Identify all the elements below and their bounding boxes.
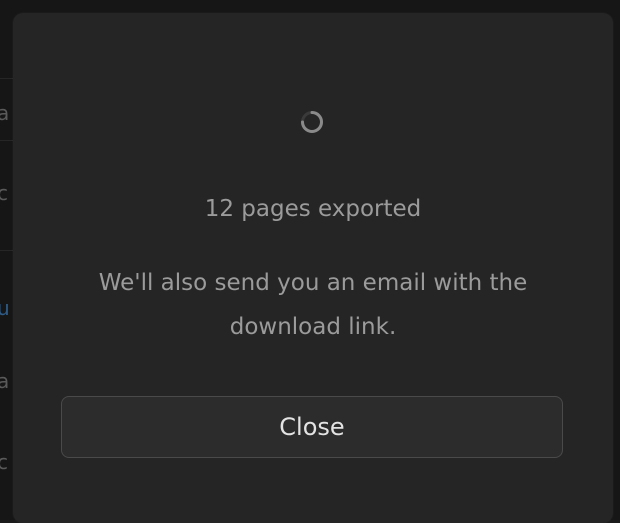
email-info-text: We'll also send you an email with the do… <box>98 270 528 340</box>
background-page-edge: a c u a c <box>0 0 14 520</box>
background-link-fragment: u <box>0 296 10 320</box>
close-button[interactable]: Close <box>61 396 563 458</box>
background-text-fragment: c <box>0 450 8 474</box>
background-text-fragment: c <box>0 181 8 205</box>
background-divider <box>0 78 14 79</box>
background-text-fragment: a <box>0 369 10 393</box>
background-text-fragment: a <box>0 101 10 125</box>
export-count-text: 12 pages exported <box>204 196 422 222</box>
background-divider <box>0 250 14 251</box>
loading-spinner-icon <box>300 110 324 134</box>
export-complete-dialog: 12 pages exported We'll also send you an… <box>13 13 613 523</box>
background-divider <box>0 140 14 141</box>
